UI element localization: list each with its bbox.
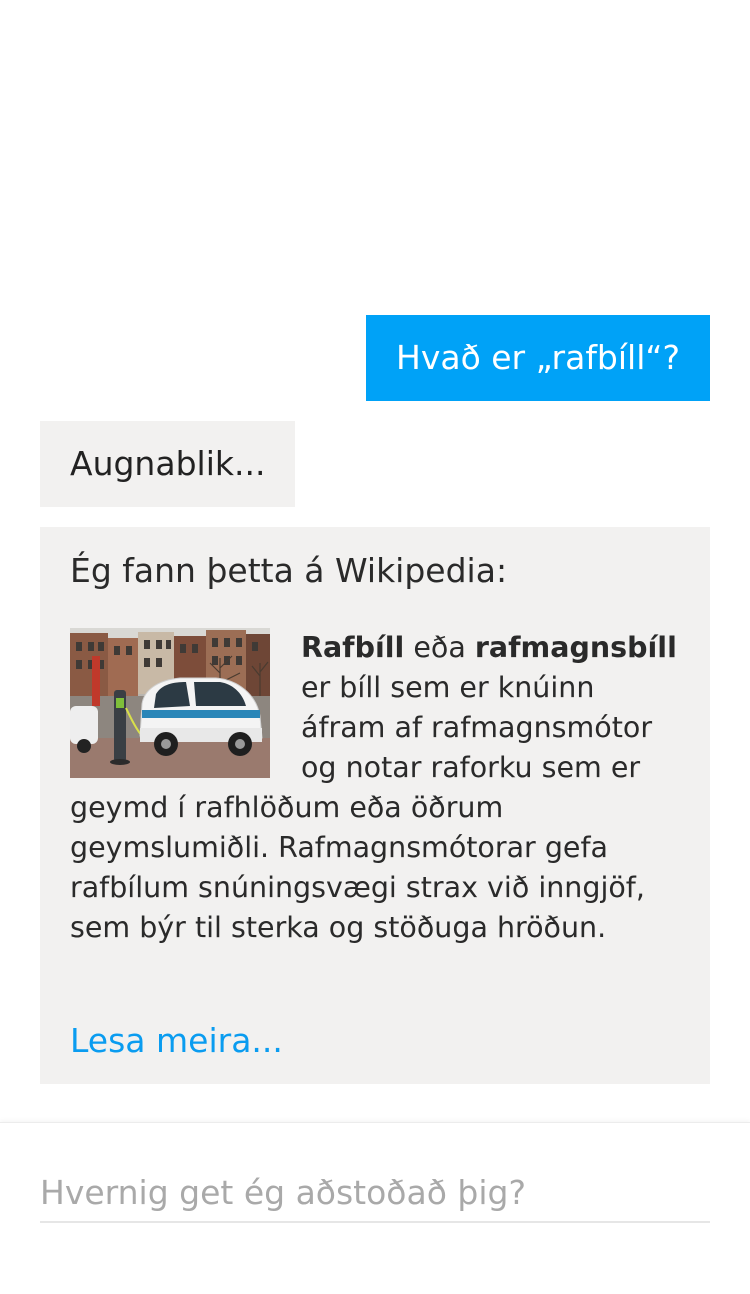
chat-input-field[interactable] [40, 1163, 710, 1223]
bot-wait-bubble: Augnablik... [40, 421, 296, 507]
wiki-summary: Rafbíll eða rafmagnsbíll er bíll sem er … [70, 628, 680, 948]
user-message-bubble: Hvað er „rafbíll“? [366, 315, 710, 401]
wiki-intro-text: Ég fann þetta á Wikipedia: [70, 551, 508, 590]
wikipedia-result-card: Ég fann þetta á Wikipedia: Rafbíll eða r… [40, 527, 710, 1084]
user-message-text: Hvað er „rafbíll“? [396, 338, 680, 377]
read-more-link[interactable]: Lesa meira... [70, 1019, 283, 1063]
wiki-alt-term: rafmagnsbíll [474, 631, 677, 664]
wiki-connector: eða [404, 631, 475, 664]
wiki-term: Rafbíll [301, 631, 405, 664]
chat-input-bar [0, 1122, 750, 1294]
bot-wait-text: Augnablik... [70, 444, 266, 483]
electric-car-charging-image [70, 628, 270, 778]
chat-screen: Hvað er „rafbíll“? Augnablik... Ég fann … [0, 0, 750, 1294]
